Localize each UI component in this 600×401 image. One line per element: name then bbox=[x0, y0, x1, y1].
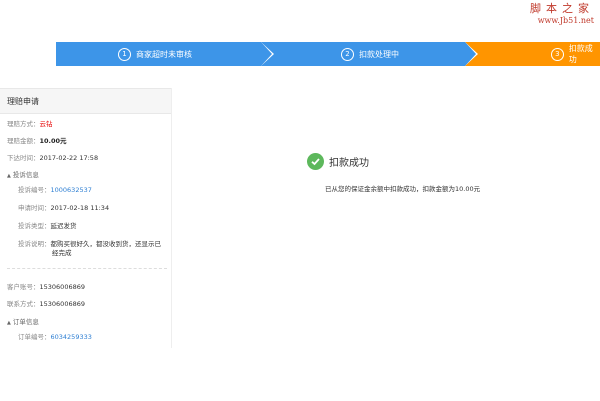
success-description: 已从您的保证金余额中扣款成功，扣款金额为10.00元 bbox=[325, 185, 481, 193]
apply-time-value: 2017-02-18 11:34 bbox=[50, 204, 110, 212]
success-title: 扣款成功 bbox=[329, 158, 369, 169]
contact-row: 联系方式：15306006869 bbox=[7, 300, 86, 308]
chevron-right-icon bbox=[261, 42, 272, 66]
order-no-row: 订单编号：6034259333 bbox=[18, 333, 92, 341]
watermark-url: www.Jb51.net bbox=[537, 16, 594, 25]
step-deduction-processing: 2 扣款处理中 bbox=[261, 42, 478, 66]
step-number: 1 bbox=[118, 47, 131, 61]
complaint-type-row: 投诉类型：延迟发货 bbox=[18, 222, 77, 230]
divider bbox=[7, 268, 167, 269]
complaint-no-link[interactable]: 1000632537 bbox=[51, 186, 92, 194]
customer-no-value: 15306006869 bbox=[39, 283, 86, 291]
complaint-desc-row: 投诉说明：都购买很好久，都没收到货，还显示已 bbox=[18, 240, 161, 248]
step-merchant-timeout: 1 商家超时未审核 bbox=[56, 42, 274, 66]
claim-method-row: 理赔方式：云钻 bbox=[7, 120, 53, 128]
step-label: 扣款处理中 bbox=[359, 49, 399, 59]
site-watermark: 脚本之家 www.Jb51.net bbox=[530, 3, 594, 25]
step-number: 2 bbox=[341, 47, 354, 61]
step-label: 扣款成功 bbox=[568, 44, 593, 64]
caret-up-icon: ▲ bbox=[7, 320, 11, 326]
complaint-no-row: 投诉编号：1000632537 bbox=[18, 186, 92, 194]
order-time-row: 下达时间：2017-02-22 17:58 bbox=[7, 154, 99, 162]
complaint-section-toggle[interactable]: ▲ 投诉信息 bbox=[7, 169, 39, 179]
success-header: 扣款成功 bbox=[307, 153, 369, 170]
check-circle-icon bbox=[307, 153, 324, 170]
step-number: 3 bbox=[551, 47, 564, 61]
contact-value: 15306006869 bbox=[39, 300, 86, 308]
step-deduction-success: 3 扣款成功 bbox=[465, 42, 600, 66]
order-section-toggle[interactable]: ▲ 订单信息 bbox=[7, 316, 39, 326]
complaint-type-value: 延迟发货 bbox=[50, 222, 77, 230]
order-time-value: 2017-02-22 17:58 bbox=[39, 154, 99, 162]
caret-up-icon: ▲ bbox=[7, 173, 11, 179]
claim-amount-value: 10.00元 bbox=[39, 137, 67, 145]
order-no-link[interactable]: 6034259333 bbox=[51, 333, 92, 341]
complaint-desc-continued: 经完成 bbox=[52, 249, 72, 257]
sidebar-title: 理赔申请 bbox=[0, 88, 171, 114]
claim-amount-row: 理赔金额：10.00元 bbox=[7, 137, 67, 145]
claim-method-value: 云钻 bbox=[39, 120, 53, 128]
chevron-right-icon bbox=[465, 42, 476, 66]
watermark-brand: 脚本之家 bbox=[530, 2, 594, 15]
customer-no-row: 客户账号：15306006869 bbox=[7, 283, 86, 291]
progress-steps: 1 商家超时未审核 2 扣款处理中 3 扣款成功 bbox=[56, 42, 600, 66]
claim-sidebar: 理赔申请 理赔方式：云钻 理赔金额：10.00元 下达时间：2017-02-22… bbox=[0, 88, 172, 348]
apply-time-row: 申请时间：2017-02-18 11:34 bbox=[18, 204, 110, 212]
step-label: 商家超时未审核 bbox=[136, 49, 192, 59]
